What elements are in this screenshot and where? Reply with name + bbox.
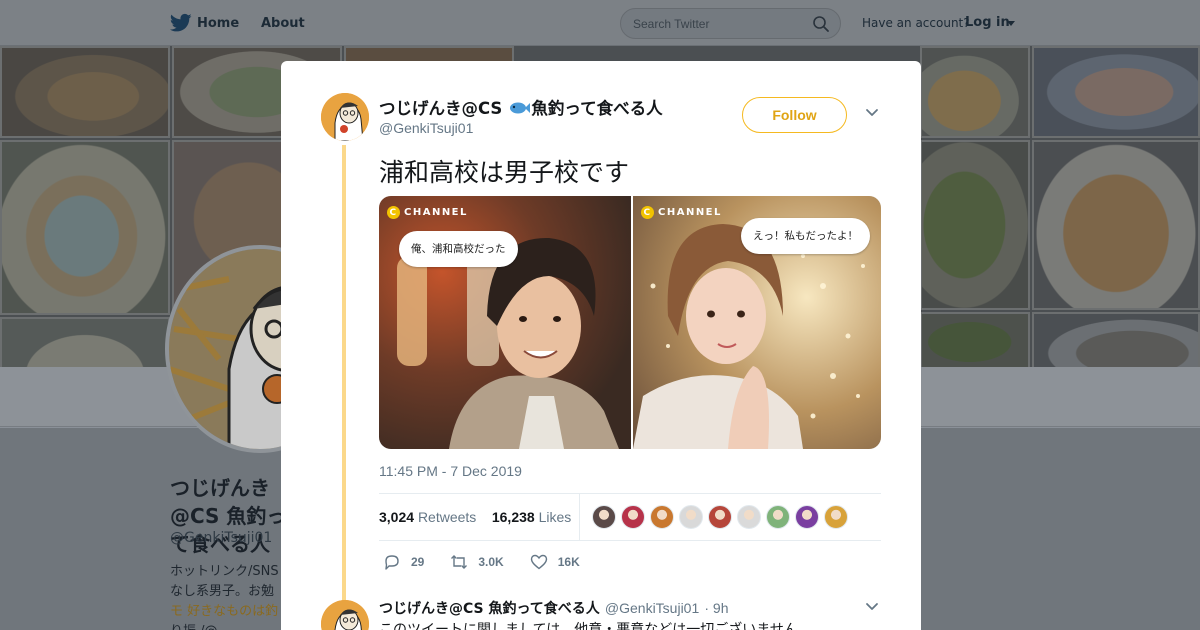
- banner-photo: [920, 46, 1030, 138]
- search-box: [620, 8, 841, 39]
- liker-avatar[interactable]: [766, 505, 790, 529]
- reply-author-name[interactable]: つじげんき@CS 魚釣って食べる人: [379, 601, 600, 617]
- author-name-row[interactable]: つじげんき@CS 魚釣って食べる人: [379, 95, 663, 119]
- banner-photo: [920, 312, 1030, 367]
- thread-line: [342, 145, 346, 625]
- reply-count: 29: [411, 555, 425, 569]
- profile-bio-line: り振 /@: [170, 622, 290, 630]
- author-avatar[interactable]: [321, 93, 369, 141]
- c-channel-icon: C: [387, 206, 400, 219]
- channel-logo: C CHANNEL: [641, 206, 722, 219]
- search-icon[interactable]: [812, 15, 830, 33]
- speech-bubble: 俺、浦和高校だった: [399, 231, 518, 267]
- tweet-modal: つじげんき@CS 魚釣って食べる人 @GenkiTsuji01 Follow 浦…: [281, 61, 921, 630]
- retweets-count[interactable]: 3,024: [379, 509, 414, 525]
- liker-avatar[interactable]: [650, 505, 674, 529]
- login-link[interactable]: Log in: [965, 15, 1010, 30]
- author-handle[interactable]: @GenkiTsuji01: [379, 120, 473, 136]
- tweet-media[interactable]: C CHANNEL 俺、浦和高校だった C CHANNEL えっ！私もだったよ！: [379, 196, 881, 449]
- divider: [579, 494, 580, 540]
- reply-button[interactable]: 29: [383, 553, 424, 571]
- c-channel-icon: C: [641, 206, 654, 219]
- tweet-text: 浦和高校は男子校です: [379, 158, 630, 187]
- channel-logo: C CHANNEL: [387, 206, 468, 219]
- retweets-label[interactable]: Retweets: [418, 509, 476, 525]
- chevron-down-icon[interactable]: [865, 108, 879, 118]
- like-button[interactable]: 16K: [530, 553, 580, 571]
- profile-bio-line: ホットリンク/SNS: [170, 564, 279, 579]
- chevron-down-icon[interactable]: [865, 602, 879, 612]
- twitter-bird-icon[interactable]: [170, 13, 192, 33]
- author-display-name-suffix[interactable]: 魚釣って食べる人: [531, 99, 662, 118]
- divider: [379, 493, 881, 494]
- have-account-text: Have an account?: [862, 16, 970, 30]
- tweet-actions: 29 3.0K 16K: [383, 553, 606, 571]
- tweet-stats: 3,024 Retweets 16,238 Likes: [379, 509, 571, 525]
- heart-icon: [530, 554, 547, 570]
- banner-photo: [0, 317, 170, 367]
- banner-photo: [0, 140, 170, 315]
- chevron-down-icon[interactable]: [1007, 21, 1015, 26]
- liker-avatar[interactable]: [795, 505, 819, 529]
- top-nav-bar: Home About Have an account? Log in: [0, 0, 1200, 46]
- reply-author-handle[interactable]: @GenkiTsuji01: [605, 600, 699, 616]
- follow-button[interactable]: Follow: [742, 97, 847, 133]
- profile-bio: ホットリンク/SNS なし系男子。お勉 モ 好きなものは釣 り振 /@: [170, 562, 290, 630]
- nav-home-link[interactable]: Home: [197, 16, 239, 31]
- channel-logo-text: CHANNEL: [658, 207, 722, 218]
- banner-photo: [920, 140, 1030, 310]
- reply-header: つじげんき@CS 魚釣って食べる人 @GenkiTsuji01 · 9h: [379, 598, 728, 618]
- reply-author-avatar[interactable]: [321, 600, 369, 630]
- retweet-count: 3.0K: [478, 555, 504, 569]
- profile-handle: @GenkiTsuji01: [170, 530, 273, 546]
- reply-icon: [385, 555, 399, 570]
- liker-avatar[interactable]: [737, 505, 761, 529]
- divider: [379, 540, 881, 541]
- reply-text: このツイートに関しましては、他意・悪意などは一切ございません: [379, 622, 798, 630]
- liker-avatar[interactable]: [824, 505, 848, 529]
- likes-count[interactable]: 16,238: [492, 509, 535, 525]
- liker-avatar[interactable]: [679, 505, 703, 529]
- like-count: 16K: [557, 555, 580, 569]
- banner-photo: [1032, 140, 1200, 310]
- reply-time[interactable]: · 9h: [704, 600, 728, 616]
- nav-about-link[interactable]: About: [261, 16, 305, 31]
- avatar-illustration: [321, 600, 369, 630]
- liker-avatar[interactable]: [592, 505, 616, 529]
- liker-avatar[interactable]: [708, 505, 732, 529]
- media-photo-left[interactable]: C CHANNEL 俺、浦和高校だった: [379, 196, 631, 449]
- banner-photo: [1032, 312, 1200, 367]
- retweet-button[interactable]: 3.0K: [450, 553, 504, 571]
- liker-avatars: [592, 505, 848, 529]
- media-photo-right[interactable]: C CHANNEL えっ！私もだったよ！: [633, 196, 881, 449]
- profile-bio-line: モ 好きなものは釣: [170, 604, 279, 619]
- channel-logo-text: CHANNEL: [404, 207, 468, 218]
- liker-avatar[interactable]: [621, 505, 645, 529]
- tweet-timestamp[interactable]: 11:45 PM - 7 Dec 2019: [379, 463, 522, 479]
- banner-photo: [1032, 46, 1200, 138]
- likes-label[interactable]: Likes: [539, 509, 572, 525]
- search-input[interactable]: [633, 15, 813, 33]
- speech-bubble: えっ！私もだったよ！: [741, 218, 870, 254]
- fish-emoji-icon: [510, 102, 531, 114]
- retweet-icon: [451, 555, 468, 569]
- author-display-name[interactable]: つじげんき@CS: [379, 99, 502, 118]
- avatar-illustration: [321, 93, 369, 141]
- profile-bio-line: なし系男子。お勉: [170, 584, 275, 599]
- banner-photo: [0, 46, 170, 138]
